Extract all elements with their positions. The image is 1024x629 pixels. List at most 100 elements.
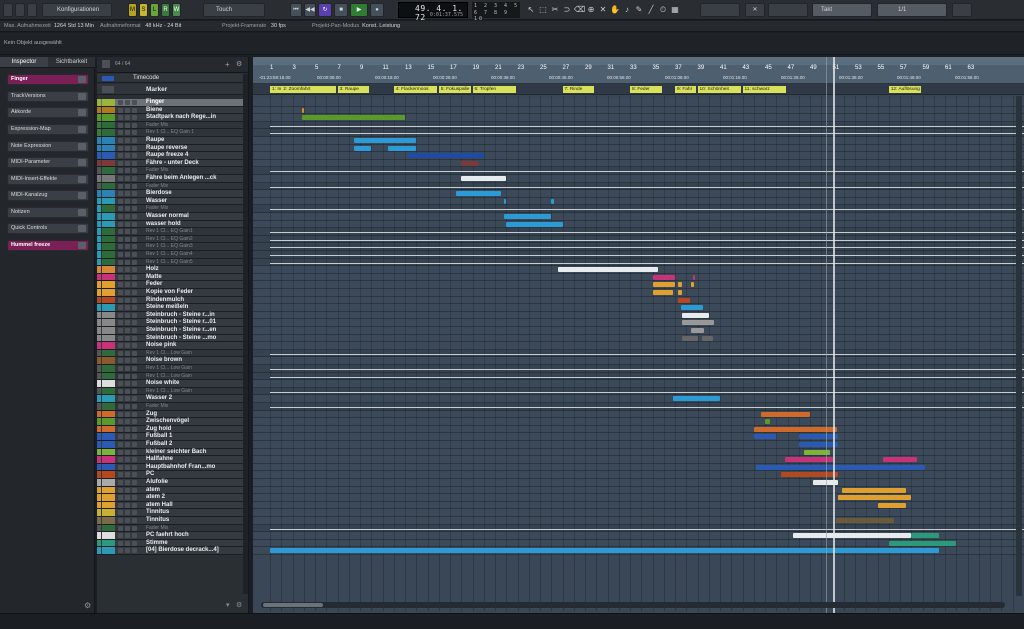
- audio-event[interactable]: [652, 290, 673, 295]
- range-select-icon[interactable]: ⬚: [538, 4, 548, 16]
- speaker-icon[interactable]: ♪: [622, 4, 632, 16]
- audio-event[interactable]: [551, 198, 554, 204]
- track-solo-button[interactable]: [125, 419, 130, 425]
- automation-curve[interactable]: [270, 255, 1024, 256]
- audio-event[interactable]: [455, 191, 501, 197]
- audio-event[interactable]: [354, 145, 372, 151]
- object-select-icon[interactable]: ↖: [526, 4, 536, 16]
- audio-event[interactable]: [504, 214, 552, 219]
- track-mute-button[interactable]: [118, 472, 123, 478]
- track-read-button[interactable]: [132, 297, 137, 303]
- track-read-button[interactable]: [132, 221, 137, 227]
- track-solo-button[interactable]: [125, 138, 130, 143]
- track-solo-button[interactable]: [125, 328, 130, 333]
- track-solo-button[interactable]: [125, 381, 130, 387]
- track-lane[interactable]: [253, 175, 1024, 183]
- track-mute-button[interactable]: [118, 259, 123, 265]
- track-solo-button[interactable]: [125, 191, 130, 197]
- automation-curve[interactable]: [270, 133, 1024, 135]
- audio-event[interactable]: [841, 487, 906, 493]
- track-read-button[interactable]: [132, 122, 137, 128]
- track-solo-button[interactable]: [125, 449, 130, 455]
- track-solo-button[interactable]: [125, 221, 130, 227]
- track-solo-button[interactable]: [125, 434, 130, 440]
- audio-event[interactable]: [690, 282, 695, 288]
- automation-curve[interactable]: [270, 407, 1024, 408]
- section-expand-icon[interactable]: [78, 126, 86, 133]
- track-list-menu-icon[interactable]: [102, 60, 110, 68]
- color-icon[interactable]: ▦: [670, 4, 680, 16]
- record-button[interactable]: ●: [370, 3, 384, 17]
- track-lane[interactable]: [253, 509, 1024, 517]
- track-lane[interactable]: [253, 479, 1024, 487]
- audio-event[interactable]: [301, 107, 304, 113]
- track-mute-button[interactable]: [118, 434, 123, 440]
- audio-event[interactable]: [461, 160, 479, 166]
- automation-curve[interactable]: [270, 209, 1024, 211]
- track-read-button[interactable]: [132, 396, 137, 402]
- track-mute-button[interactable]: [118, 138, 123, 143]
- track-read-button[interactable]: [132, 274, 137, 280]
- audio-event[interactable]: [753, 434, 777, 440]
- track-read-button[interactable]: [132, 464, 137, 470]
- track-lane[interactable]: [253, 471, 1024, 479]
- track-solo-button[interactable]: [125, 100, 130, 105]
- track-mute-button[interactable]: [118, 191, 123, 197]
- marker-event[interactable]: 2: Zoomfahrt: [281, 86, 336, 93]
- track-solo-button[interactable]: [125, 548, 130, 554]
- track-lane[interactable]: [253, 486, 1024, 495]
- marker-event[interactable]: 10: Schönheit: [697, 86, 741, 93]
- stop-button[interactable]: ■: [334, 3, 348, 17]
- track-read-button[interactable]: [132, 328, 137, 333]
- read-indicator[interactable]: R: [161, 3, 170, 17]
- track-row[interactable]: Alufolie: [97, 479, 243, 487]
- audio-event[interactable]: [780, 472, 839, 478]
- track-solo-button[interactable]: [125, 510, 130, 516]
- track-solo-button[interactable]: [125, 312, 130, 318]
- section-midi-parameter[interactable]: MIDI-Parameter: [7, 157, 89, 168]
- audio-event[interactable]: [301, 115, 405, 121]
- track-mute-button[interactable]: [118, 518, 123, 523]
- track-row[interactable]: Finger: [97, 99, 243, 107]
- track-solo-button[interactable]: [125, 442, 130, 447]
- track-solo-button[interactable]: [125, 495, 130, 501]
- track-solo-button[interactable]: [125, 107, 130, 113]
- track-read-button[interactable]: [132, 153, 137, 159]
- vertical-scrollbar[interactable]: [1016, 96, 1022, 596]
- constrain-delay-button[interactable]: [15, 3, 25, 17]
- track-row[interactable]: atem Hall: [97, 501, 243, 510]
- track-solo-button[interactable]: [125, 472, 130, 478]
- automation-curve[interactable]: [270, 262, 1024, 264]
- audio-event[interactable]: [652, 274, 675, 280]
- horizontal-scrollbar-thumb[interactable]: [263, 603, 323, 607]
- audio-event[interactable]: [690, 328, 705, 333]
- track-mute-button[interactable]: [118, 404, 123, 409]
- track-mute-button[interactable]: [118, 176, 123, 181]
- track-read-button[interactable]: [132, 373, 137, 379]
- edit-icon[interactable]: [78, 242, 86, 249]
- track-mute-button[interactable]: [118, 297, 123, 303]
- marker-locator-pad[interactable]: 1 2 3 4 5 6 7 8 9 10: [472, 2, 520, 22]
- marker-event[interactable]: 5: Fokuspalle: [438, 86, 471, 93]
- track-read-button[interactable]: [132, 259, 137, 265]
- section-expression-map[interactable]: Expression-Map: [7, 124, 89, 135]
- zoom-icon[interactable]: ⊕: [586, 4, 596, 16]
- track-read-button[interactable]: [132, 518, 137, 523]
- track-mute-button[interactable]: [118, 267, 123, 273]
- track-mute-button[interactable]: [118, 540, 123, 546]
- track-read-button[interactable]: [132, 335, 137, 341]
- audio-event[interactable]: [693, 274, 696, 280]
- automation-curve[interactable]: [270, 232, 1024, 234]
- section-expand-icon[interactable]: [78, 192, 86, 199]
- track-solo-button[interactable]: [125, 244, 130, 250]
- audio-event[interactable]: [835, 518, 895, 523]
- track-row[interactable]: Wasser 2: [97, 395, 243, 403]
- track-solo-button[interactable]: [125, 411, 130, 417]
- track-mute-button[interactable]: [118, 160, 123, 166]
- track-row[interactable]: PC: [97, 471, 243, 479]
- audio-event[interactable]: [678, 282, 682, 288]
- track-lane[interactable]: [253, 220, 1024, 229]
- track-mute-button[interactable]: [118, 449, 123, 455]
- track-mute-button[interactable]: [118, 480, 123, 485]
- track-mute-button[interactable]: [118, 358, 123, 364]
